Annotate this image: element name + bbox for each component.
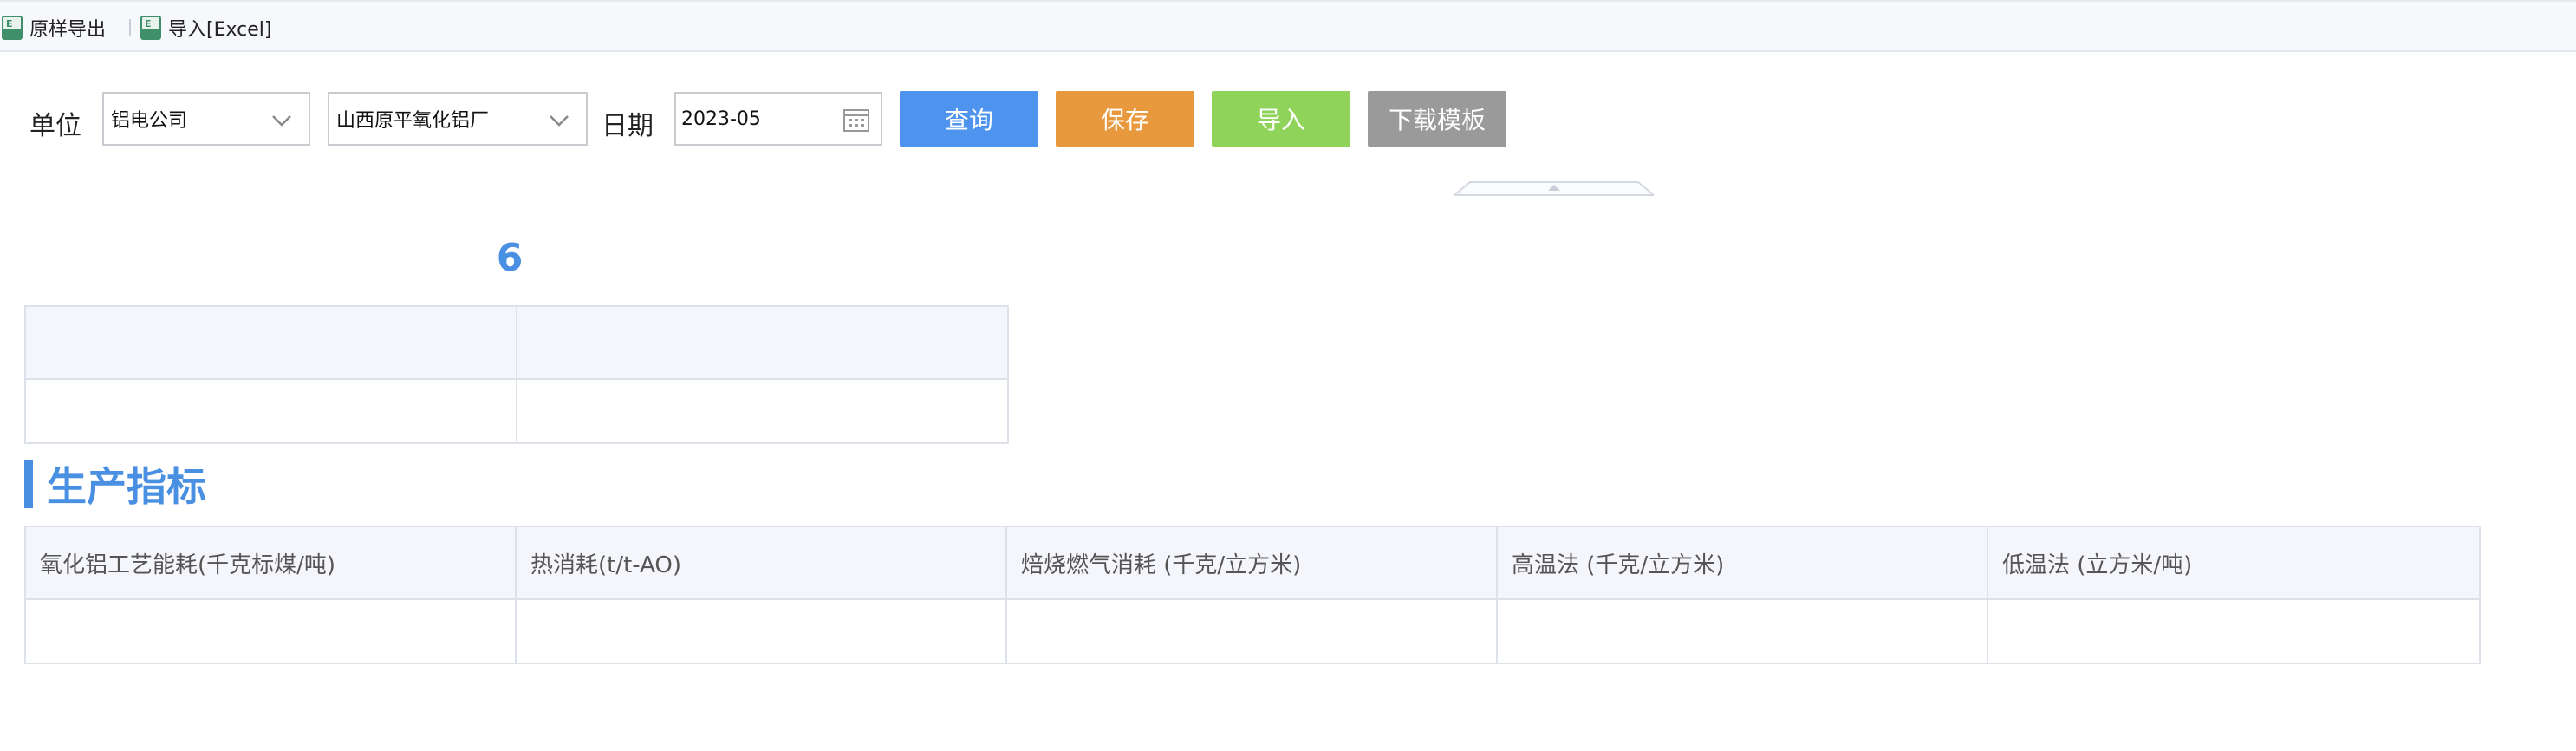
svg-text:E: E xyxy=(6,18,13,29)
column-header: 焙烧燃气消耗 (千克/立方米) xyxy=(1005,526,1498,600)
date-input[interactable]: 2023-05 xyxy=(674,92,882,146)
section-title: 生产指标 xyxy=(47,463,206,510)
column-header: 低温法 (立方米/吨) xyxy=(1987,526,2481,600)
company-select-value: 铝电公司 xyxy=(111,110,188,132)
summary-number: 6 xyxy=(496,236,524,280)
import-button[interactable]: 导入 xyxy=(1212,91,1350,147)
date-input-value: 2023-05 xyxy=(681,108,761,130)
table-cell[interactable] xyxy=(1987,598,2481,664)
excel-file-icon: E xyxy=(2,16,23,40)
section-heading: 生产指标 xyxy=(24,458,206,510)
unit-label: 单位 xyxy=(29,111,81,141)
export-as-is-button[interactable]: E 原样导出 xyxy=(2,13,106,42)
company-select[interactable]: 铝电公司 xyxy=(102,92,310,146)
excel-file-icon: E xyxy=(140,16,161,40)
chevron-down-icon xyxy=(548,109,570,132)
table-cell[interactable] xyxy=(1496,598,1988,664)
table-cell[interactable] xyxy=(24,598,517,664)
plant-select[interactable]: 山西原平氧化铝厂 xyxy=(328,92,588,146)
table-row xyxy=(24,378,1009,444)
export-as-is-label: 原样导出 xyxy=(29,19,107,41)
save-button[interactable]: 保存 xyxy=(1056,91,1194,147)
download-template-button[interactable]: 下载模板 xyxy=(1368,91,1506,147)
table-cell[interactable] xyxy=(516,378,1009,444)
calendar-icon[interactable] xyxy=(842,107,870,133)
production-table: 氧化铝工艺能耗(千克标煤/吨) 热消耗(t/t-AO) 焙烧燃气消耗 (千克/立… xyxy=(24,526,2481,664)
column-header: 氧化铝工艺能耗(千克标煤/吨) xyxy=(24,526,517,600)
table-cell xyxy=(24,305,517,380)
table-cell[interactable] xyxy=(515,598,1007,664)
column-header: 高温法 (千克/立方米) xyxy=(1496,526,1988,600)
toolbar-divider xyxy=(129,19,131,36)
query-button[interactable]: 查询 xyxy=(900,91,1038,147)
plant-select-value: 山西原平氧化铝厂 xyxy=(336,110,490,132)
table-row xyxy=(24,598,2481,664)
section-accent-bar xyxy=(24,460,33,508)
date-label: 日期 xyxy=(602,111,654,141)
svg-text:E: E xyxy=(145,18,152,29)
table-cell[interactable] xyxy=(1005,598,1498,664)
chevron-down-icon xyxy=(270,109,293,132)
summary-table xyxy=(24,305,1009,444)
table-cell xyxy=(516,305,1009,380)
column-header: 热消耗(t/t-AO) xyxy=(515,526,1007,600)
collapse-toggle[interactable] xyxy=(1452,180,1656,196)
table-header-row xyxy=(24,305,1009,380)
import-excel-button[interactable]: E 导入[Excel] xyxy=(140,13,271,42)
table-header-row: 氧化铝工艺能耗(千克标煤/吨) 热消耗(t/t-AO) 焙烧燃气消耗 (千克/立… xyxy=(24,526,2481,600)
table-cell[interactable] xyxy=(24,378,517,444)
import-excel-label: 导入[Excel] xyxy=(168,19,272,41)
toolbar: E 原样导出 E 导入[Excel] xyxy=(0,0,2576,52)
